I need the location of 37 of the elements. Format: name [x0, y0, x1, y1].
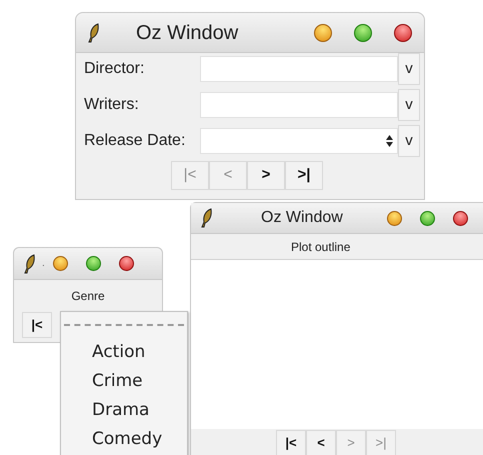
menu-item[interactable]: Action: [92, 338, 187, 367]
window-title: Oz Window: [136, 20, 238, 46]
section-heading: Genre: [71, 288, 105, 305]
dropdown-button[interactable]: v: [398, 53, 420, 85]
nav-button[interactable]: |<: [276, 430, 306, 455]
close-button[interactable]: [394, 24, 412, 42]
maximize-button[interactable]: [420, 210, 435, 226]
nav-button[interactable]: >|: [285, 161, 323, 190]
close-button[interactable]: [118, 256, 134, 271]
field-label: Release Date:: [84, 131, 186, 151]
menu-item[interactable]: Comedy: [92, 425, 187, 454]
nav-button[interactable]: <: [306, 430, 336, 455]
dropdown-button[interactable]: v: [398, 89, 420, 121]
menu-item[interactable]: Drama: [92, 396, 187, 425]
window-title: Oz Window: [261, 208, 343, 228]
feather-icon: [201, 208, 213, 228]
input-field[interactable]: [200, 56, 398, 82]
field-label: Writers:: [84, 95, 140, 115]
tearoff-line[interactable]: [64, 324, 184, 326]
input-field[interactable]: [200, 128, 398, 154]
nav-button[interactable]: >: [247, 161, 285, 190]
minimize-button[interactable]: [52, 256, 68, 271]
menu-item[interactable]: Crime: [92, 367, 187, 396]
spinner-icon[interactable]: [386, 135, 393, 147]
dropdown-button[interactable]: v: [398, 125, 420, 157]
maximize-button[interactable]: [354, 24, 372, 42]
section-heading: Plot outline: [291, 238, 350, 256]
minimize-button[interactable]: [386, 210, 402, 226]
input-field[interactable]: [200, 92, 398, 118]
nav-button[interactable]: |<: [22, 312, 52, 338]
close-button[interactable]: [452, 210, 468, 226]
minimize-button[interactable]: [314, 24, 332, 42]
window-title: .: [42, 257, 45, 271]
feather-icon: [24, 254, 36, 274]
maximize-button[interactable]: [86, 256, 101, 271]
field-label: Director:: [84, 59, 146, 79]
feather-icon: [88, 22, 100, 42]
